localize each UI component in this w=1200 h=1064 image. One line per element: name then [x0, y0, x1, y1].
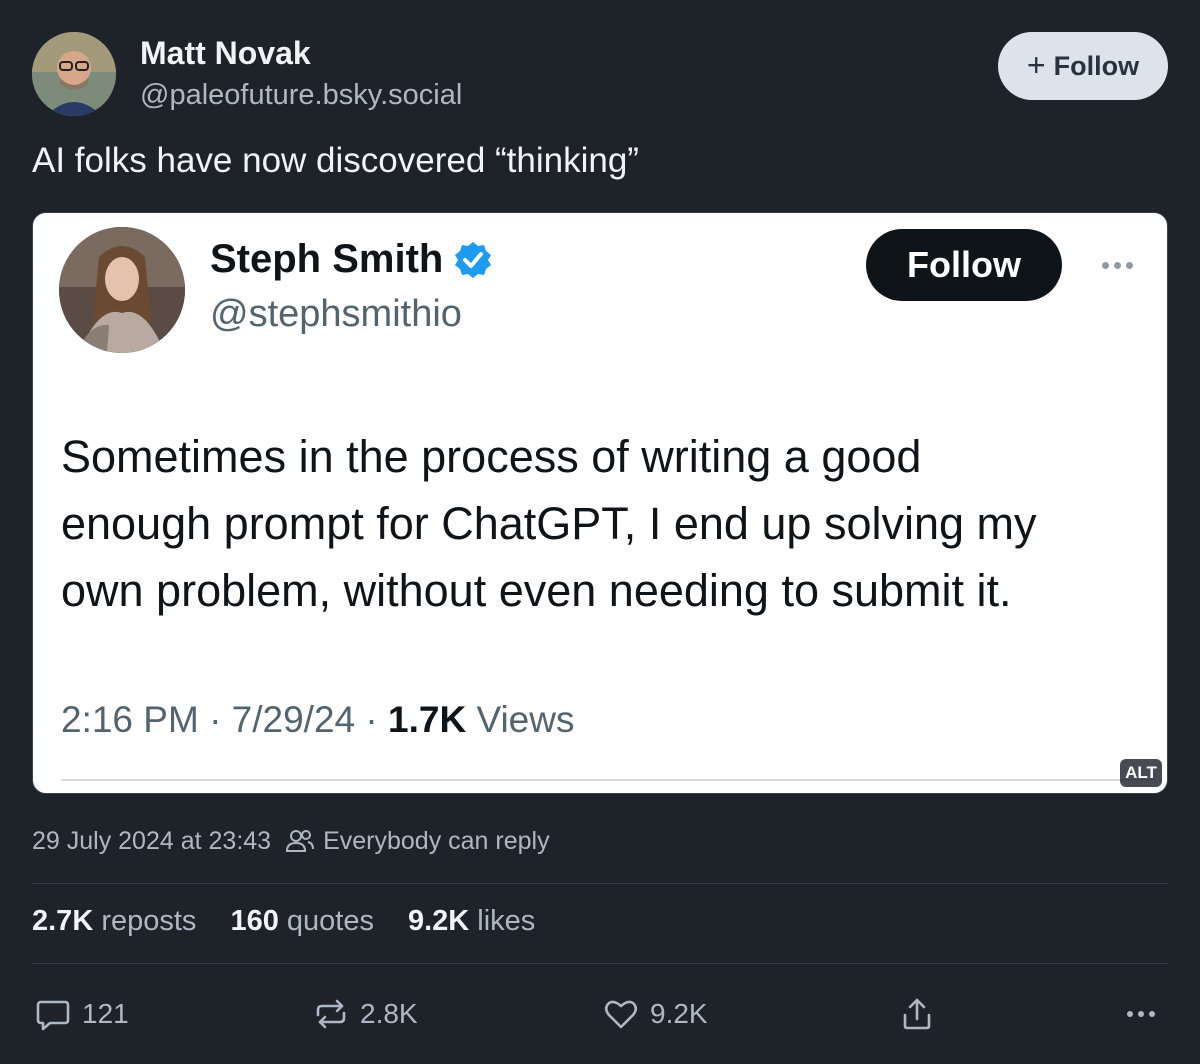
quotes-count: 160 — [230, 905, 279, 937]
like-count: 9.2K — [650, 998, 708, 1029]
repost-icon — [316, 999, 346, 1029]
reply-setting: Everybody can reply — [323, 826, 550, 855]
tweet-author-name-text: Steph Smith — [210, 237, 444, 281]
like-icon — [604, 1000, 638, 1029]
divider — [32, 963, 1168, 964]
reply-icon — [36, 1000, 70, 1031]
repost-button[interactable]: 2.8K — [312, 990, 418, 1038]
reply-count: 121 — [82, 998, 129, 1029]
embedded-image[interactable]: Steph Smith @stephsmithio Follow Sometim… — [32, 212, 1168, 794]
reposts-label: reposts — [101, 905, 197, 937]
tweet-body: Sometimes in the process of writing a go… — [61, 423, 1141, 624]
alt-badge[interactable]: ALT — [1120, 759, 1162, 787]
author-name[interactable]: Matt Novak — [140, 35, 311, 72]
tweet-author-name: Steph Smith — [210, 237, 493, 282]
tweet-line: enough prompt for ChatGPT, I end up solv… — [61, 498, 1037, 549]
repost-count: 2.8K — [360, 998, 418, 1029]
reply-button[interactable]: 121 — [34, 990, 129, 1038]
quotes-label: quotes — [286, 905, 374, 937]
tweet-avatar — [59, 227, 185, 353]
follow-button-label: Follow — [1053, 50, 1140, 81]
tweet-views-label: Views — [466, 699, 575, 740]
reposts-count: 2.7K — [32, 905, 94, 937]
post-timestamp[interactable]: 29 July 2024 at 23:43 — [32, 827, 271, 856]
tweet-meta: 2:16 PM · 7/29/24 · 1.7K Views — [61, 699, 574, 741]
post: Matt Novak @paleofuture.bsky.social + Fo… — [32, 0, 1168, 1064]
plus-icon: + — [1026, 46, 1046, 83]
reposts-stat[interactable]: 2.7K reposts — [32, 905, 196, 938]
author-avatar[interactable] — [32, 32, 116, 116]
likes-count: 9.2K — [407, 905, 470, 937]
more-dots-icon — [1095, 245, 1139, 285]
tweet-divider — [61, 779, 1153, 781]
more-options-icon — [1127, 1011, 1155, 1017]
action-bar: 121 2.8K 9.2K — [32, 990, 1168, 1038]
tweet-line: Sometimes in the process of writing a go… — [61, 431, 922, 482]
people-icon — [286, 830, 315, 852]
divider — [32, 883, 1168, 884]
quotes-stat[interactable]: 160 quotes — [230, 905, 374, 938]
tweet-author-handle: @stephsmithio — [210, 293, 462, 335]
tweet-views-count: 1.7K — [388, 699, 467, 740]
like-button[interactable]: 9.2K — [602, 990, 708, 1038]
likes-stat[interactable]: 9.2K likes — [408, 905, 535, 938]
timestamp-row: 29 July 2024 at 23:43 Everybody can repl… — [32, 826, 550, 856]
share-icon — [903, 998, 931, 1030]
tweet-follow-button: Follow — [866, 229, 1062, 301]
stats-row: 2.7K reposts 160 quotes 9.2K likes — [32, 905, 535, 938]
tweet-meta-time: 2:16 PM · 7/29/24 · — [61, 699, 389, 740]
tweet-line: own problem, without even needing to sub… — [61, 565, 1012, 616]
verified-badge-icon — [455, 241, 492, 278]
likes-label: likes — [477, 905, 536, 937]
share-button[interactable] — [898, 990, 936, 1038]
follow-button[interactable]: + Follow — [998, 32, 1168, 100]
more-options-button[interactable] — [1122, 990, 1160, 1038]
author-handle[interactable]: @paleofuture.bsky.social — [140, 79, 462, 112]
post-text: AI folks have now discovered “thinking” — [32, 141, 639, 180]
